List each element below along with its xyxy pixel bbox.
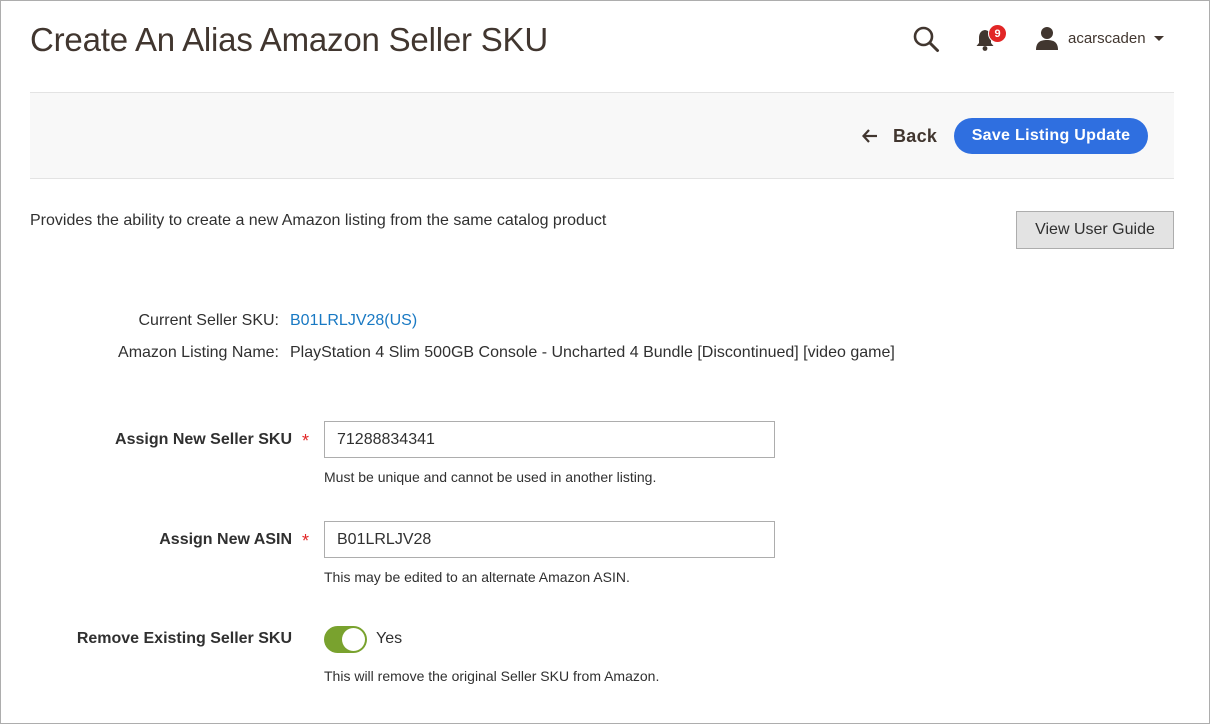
page-actions-bar: Back Save Listing Update: [30, 92, 1174, 179]
page-description: Provides the ability to create a new Ama…: [30, 212, 607, 229]
user-menu[interactable]: acarscaden: [1034, 23, 1164, 53]
save-listing-update-button[interactable]: Save Listing Update: [954, 118, 1148, 154]
current-seller-sku-row: Current Seller SKU: B01LRLJV28(US): [30, 312, 418, 330]
amazon-listing-name-value: PlayStation 4 Slim 500GB Console - Uncha…: [290, 344, 895, 361]
current-seller-sku-link[interactable]: B01LRLJV28(US): [290, 312, 417, 330]
new-seller-sku-input[interactable]: [324, 421, 775, 458]
required-marker: *: [302, 431, 310, 451]
toggle-state-label: Yes: [376, 630, 403, 647]
amazon-listing-name-label: Amazon Listing Name:: [118, 344, 279, 361]
asin-note: This may be edited to an alternate Amazo…: [324, 569, 630, 585]
remove-sku-note: This will remove the original Seller SKU…: [324, 668, 660, 684]
remove-seller-sku-toggle[interactable]: [324, 626, 367, 653]
new-asin-input[interactable]: [324, 521, 775, 558]
back-label: Back: [893, 125, 938, 146]
back-button[interactable]: Back: [861, 124, 937, 148]
required-marker: *: [302, 531, 310, 551]
username: acarscaden: [1068, 29, 1146, 47]
chevron-down-icon: [1153, 35, 1164, 41]
user-icon: [1036, 27, 1058, 50]
seller-sku-note: Must be unique and cannot be used in ano…: [324, 469, 657, 485]
seller-sku-label: Assign New Seller SKU: [115, 431, 292, 448]
arrow-left-icon: [862, 129, 877, 143]
notification-count-badge: 9: [988, 24, 1007, 43]
asin-label: Assign New ASIN: [159, 531, 292, 548]
page-header: Create An Alias Amazon Seller SKU 9 acar…: [1, 1, 1209, 89]
toggle-knob: [342, 628, 365, 651]
search-icon[interactable]: [912, 25, 940, 53]
amazon-listing-name-row: Amazon Listing Name: PlayStation 4 Slim …: [30, 344, 895, 362]
remove-seller-sku-label: Remove Existing Seller SKU: [76, 630, 292, 647]
view-user-guide-button[interactable]: View User Guide: [1016, 211, 1174, 249]
page-title: Create An Alias Amazon Seller SKU: [30, 21, 549, 58]
current-seller-sku-label: Current Seller SKU:: [138, 312, 280, 329]
